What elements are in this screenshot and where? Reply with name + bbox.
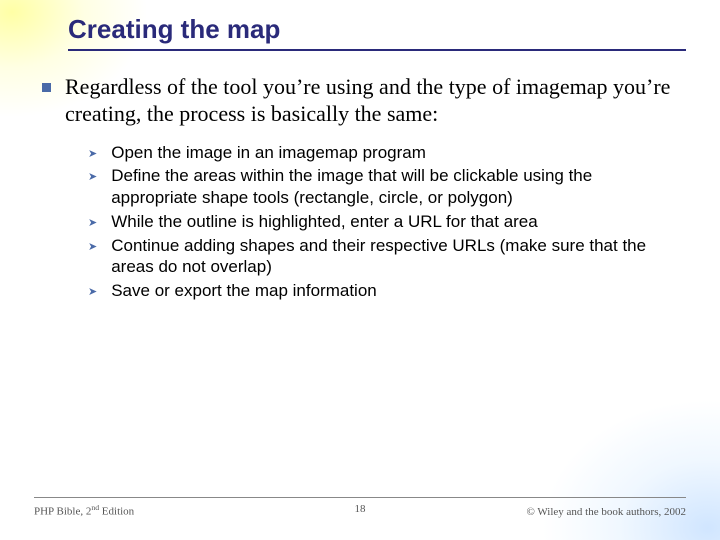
arrow-bullet-icon: ➤: [88, 216, 97, 229]
arrow-bullet-icon: ➤: [88, 170, 97, 183]
footer-right: © Wiley and the book authors, 2002: [526, 506, 686, 518]
footer: PHP Bible, 2nd Edition 18 © Wiley and th…: [34, 503, 686, 518]
title-underline: [68, 49, 686, 51]
arrow-bullet-icon: ➤: [88, 285, 97, 298]
square-bullet-icon: [42, 83, 51, 92]
content-area: Regardless of the tool you’re using and …: [42, 74, 680, 304]
sub-item-text: While the outline is highlighted, enter …: [111, 211, 538, 233]
sub-item-text: Open the image in an imagemap program: [111, 142, 426, 164]
sub-item-text: Save or export the map information: [111, 280, 377, 302]
slide: Creating the map Regardless of the tool …: [0, 0, 720, 540]
footer-left: PHP Bible, 2nd Edition: [34, 503, 134, 518]
list-item: ➤ While the outline is highlighted, ente…: [88, 211, 680, 233]
lead-text: Regardless of the tool you’re using and …: [65, 74, 680, 128]
lead-bullet-row: Regardless of the tool you’re using and …: [42, 74, 680, 128]
list-item: ➤ Continue adding shapes and their respe…: [88, 235, 680, 279]
list-item: ➤ Open the image in an imagemap program: [88, 142, 680, 164]
footer-left-post: Edition: [99, 506, 134, 518]
footer-left-sup: nd: [91, 503, 99, 512]
slide-title: Creating the map: [68, 14, 280, 45]
list-item: ➤ Save or export the map information: [88, 280, 680, 302]
arrow-bullet-icon: ➤: [88, 240, 97, 253]
footer-left-pre: PHP Bible, 2: [34, 506, 91, 518]
list-item: ➤ Define the areas within the image that…: [88, 165, 680, 209]
sub-item-text: Define the areas within the image that w…: [111, 165, 680, 209]
sub-list: ➤ Open the image in an imagemap program …: [88, 142, 680, 302]
footer-page-number: 18: [355, 503, 366, 515]
footer-rule: [34, 497, 686, 498]
arrow-bullet-icon: ➤: [88, 147, 97, 160]
sub-item-text: Continue adding shapes and their respect…: [111, 235, 680, 279]
